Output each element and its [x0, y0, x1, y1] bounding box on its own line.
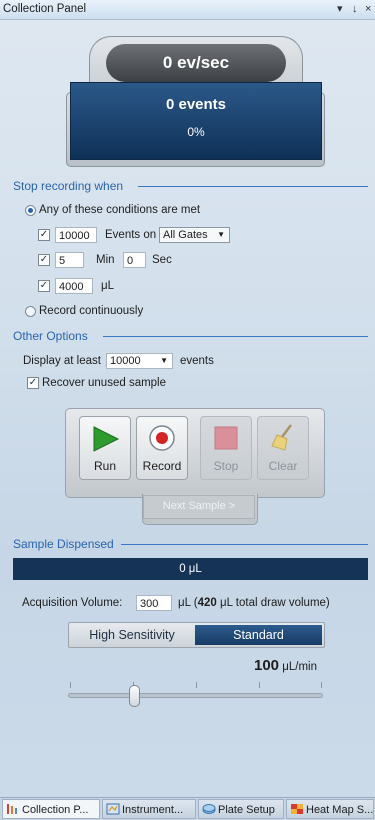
slider-tick: [321, 682, 322, 688]
flow-rate-readout: 100 μL/min: [254, 656, 354, 676]
stop-button[interactable]: Stop: [200, 416, 252, 480]
tab-collection-panel[interactable]: Collection P...: [2, 799, 100, 819]
stop-recording-header: Stop recording when: [13, 179, 368, 193]
plate-icon: [202, 804, 216, 814]
slider-tick: [259, 682, 260, 688]
events-label: events: [180, 355, 214, 367]
acquisition-volume-label: Acquisition Volume:: [22, 597, 123, 609]
events-count: 0 events: [165, 96, 227, 113]
slider-thumb[interactable]: [129, 685, 140, 707]
time-sec-input[interactable]: 0: [123, 252, 146, 268]
continuous-radio-label: Record continuously: [39, 305, 144, 317]
stop-icon: [214, 426, 238, 450]
conditions-radio[interactable]: [25, 205, 36, 216]
events-condition-checkbox[interactable]: ✓: [38, 229, 50, 241]
recover-label: Recover unused sample: [42, 377, 167, 389]
events-percent: 0%: [187, 125, 205, 139]
section-divider: [121, 544, 368, 545]
time-condition-row: ✓ 5 Min 0 Sec: [38, 250, 238, 270]
high-sensitivity-option[interactable]: High Sensitivity: [69, 623, 195, 647]
record-icon: [149, 425, 175, 451]
tab-plate-setup[interactable]: Plate Setup: [198, 799, 284, 819]
sec-label: Sec: [152, 254, 172, 266]
conditions-radio-label: Any of these conditions are met: [39, 204, 201, 216]
panel-title-bar: Collection Panel ▾ ↓ ×: [0, 0, 375, 20]
tab-instrument[interactable]: Instrument...: [102, 799, 196, 819]
acquisition-volume-unit: μL (420 μL total draw volume): [178, 597, 330, 609]
volume-condition-row: ✓ 4000 μL: [38, 276, 238, 296]
other-options-header: Other Options: [13, 329, 368, 343]
events-condition-row: ✓ 10000 Events on All Gates ▼: [38, 225, 238, 245]
pin-icon[interactable]: ↓: [352, 0, 358, 18]
instrument-icon: [106, 803, 120, 815]
section-divider: [138, 186, 368, 187]
events-count-input[interactable]: 10000: [55, 227, 97, 243]
next-sample-button[interactable]: Next Sample >: [143, 495, 255, 519]
standard-option[interactable]: Standard: [195, 625, 322, 645]
chevron-down-icon: ▼: [160, 356, 168, 365]
collection-icon: [7, 804, 17, 814]
events-display: 0 events 0%: [70, 82, 322, 160]
panel-title: Collection Panel: [3, 3, 87, 15]
slider-tick: [70, 682, 71, 688]
recover-checkbox[interactable]: ✓: [27, 377, 39, 389]
time-min-input[interactable]: 5: [55, 252, 84, 268]
flow-rate-slider[interactable]: [68, 682, 323, 712]
volume-unit-label: μL: [101, 280, 115, 292]
continuous-radio[interactable]: [25, 306, 36, 317]
bottom-tab-strip: Collection P... Instrument... Plate Setu…: [0, 797, 375, 820]
volume-input[interactable]: 4000: [55, 278, 93, 294]
section-divider: [103, 336, 368, 337]
display-label: Display at least: [23, 355, 101, 367]
sample-dispensed-value: 0 μL: [13, 558, 368, 580]
slider-track: [68, 693, 323, 698]
clear-button[interactable]: Clear: [257, 416, 309, 480]
play-icon: [93, 426, 120, 452]
volume-condition-checkbox[interactable]: ✓: [38, 280, 50, 292]
event-rate-display: 0 ev/sec: [106, 44, 286, 82]
flow-rate-unit: μL/min: [279, 661, 317, 673]
gate-select[interactable]: All Gates ▼: [159, 227, 230, 243]
time-condition-checkbox[interactable]: ✓: [38, 254, 50, 266]
acquisition-volume-input[interactable]: 300: [136, 595, 172, 611]
acquisition-volume-row: Acquisition Volume: 300 μL (420 μL total…: [22, 593, 372, 613]
min-label: Min: [96, 254, 115, 266]
chevron-down-icon: ▼: [217, 230, 225, 239]
heat-map-icon: [291, 804, 303, 814]
display-count-select[interactable]: 10000 ▼: [106, 353, 173, 369]
broom-icon: [271, 424, 292, 451]
run-button[interactable]: Run: [79, 416, 131, 480]
sensitivity-toggle: High Sensitivity Standard: [68, 622, 325, 648]
total-draw-volume: 420: [197, 597, 217, 609]
display-at-least-row: Display at least 10000 ▼ events: [23, 351, 263, 371]
record-button[interactable]: Record: [136, 416, 188, 480]
flow-rate-value: 100: [254, 657, 280, 674]
events-on-label: Events on: [105, 229, 157, 241]
close-icon[interactable]: ×: [365, 0, 371, 18]
tab-heat-map[interactable]: Heat Map S...: [286, 799, 374, 819]
panel-menu-icon[interactable]: ▾: [337, 0, 343, 18]
slider-tick: [196, 682, 197, 688]
sample-dispensed-header: Sample Dispensed: [13, 537, 368, 551]
